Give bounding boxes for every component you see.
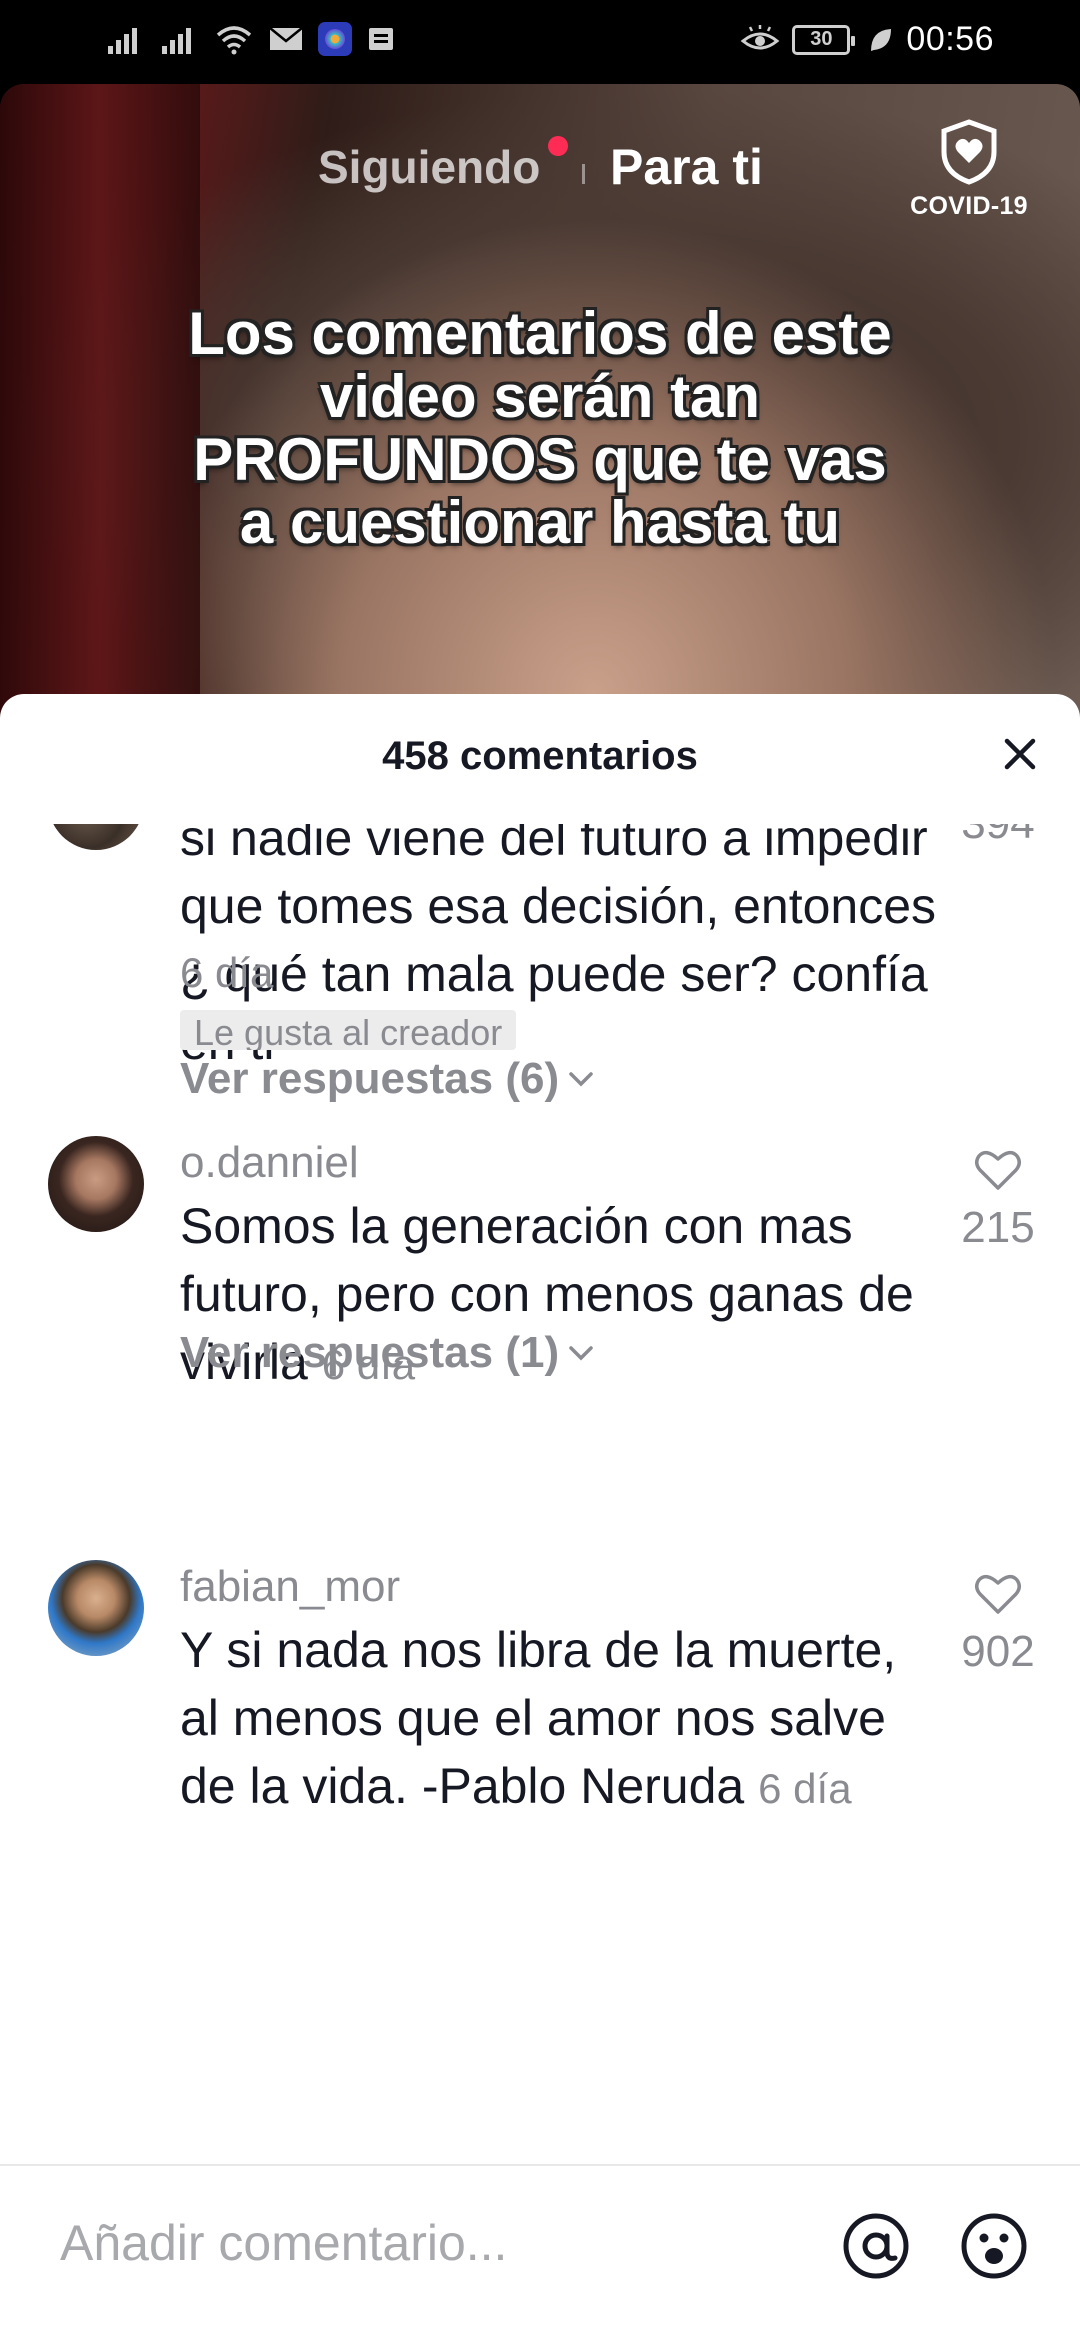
app-notification-icon	[318, 22, 352, 56]
heart-icon	[975, 1574, 1021, 1614]
comment-item: fabian_mor Y si nada nos libra de la mue…	[0, 1524, 1080, 1844]
view-replies-button[interactable]: Ver respuestas (6)	[180, 1054, 595, 1104]
shield-heart-icon	[941, 119, 997, 185]
clock: 00:56	[906, 20, 994, 58]
chevron-down-icon	[569, 1346, 593, 1361]
tab-for-you[interactable]: Para ti	[610, 138, 763, 196]
comment-username[interactable]: fabian_mor	[180, 1562, 400, 1612]
covid-label: COVID-19	[910, 192, 1028, 220]
wifi-icon	[216, 26, 252, 55]
chevron-down-icon	[569, 1072, 593, 1087]
creator-liked-badge: Le gusta al creador	[180, 1010, 517, 1050]
message-icon	[369, 28, 393, 50]
signal-icon	[108, 28, 137, 54]
emoji-icon	[961, 2213, 1027, 2279]
like-button[interactable]: 394	[938, 824, 1058, 849]
comment-input[interactable]: Añadir comentario...	[60, 2214, 507, 2272]
comments-list[interactable]: reginaldasross si nadie viene del futuro…	[0, 824, 1080, 2164]
avatar[interactable]	[48, 1560, 144, 1656]
avatar[interactable]	[48, 824, 144, 850]
signal-icon-2	[162, 28, 191, 54]
comment-username[interactable]: o.danniel	[180, 1138, 359, 1188]
comment-composer: Añadir comentario...	[0, 2164, 1080, 2340]
emoji-button[interactable]	[958, 2210, 1030, 2287]
battery-icon: 30	[792, 24, 856, 55]
video-player[interactable]: Siguiendo Para ti COVID-19 Los comentari…	[0, 84, 1080, 724]
close-button[interactable]	[988, 722, 1052, 786]
like-count: 215	[961, 1203, 1035, 1252]
comment-time: 6 día	[180, 949, 274, 996]
covid-button[interactable]: COVID-19	[904, 118, 1034, 221]
comments-count-title: 458 comentarios	[382, 734, 698, 778]
view-replies-label: Ver respuestas (6)	[180, 1054, 560, 1103]
mail-icon	[269, 27, 303, 50]
status-bar: 30 00:56	[0, 0, 1080, 84]
avatar[interactable]	[48, 1136, 144, 1232]
leaf-icon	[871, 28, 892, 51]
notification-dot	[548, 136, 568, 156]
tab-following[interactable]: Siguiendo	[318, 140, 540, 194]
video-caption-overlay: Los comentarios de este video serán tan …	[188, 300, 892, 556]
heart-icon	[975, 1150, 1021, 1190]
comment-time: 6 día	[758, 1765, 852, 1812]
comment-item: o.danniel Somos la generación con mas fu…	[0, 1100, 1080, 1440]
like-button[interactable]: 215	[938, 1146, 1058, 1253]
view-replies-button[interactable]: Ver respuestas (1)	[180, 1328, 595, 1378]
view-replies-label: Ver respuestas (1)	[180, 1328, 560, 1377]
like-count: 902	[961, 1627, 1035, 1676]
like-count: 394	[938, 824, 1058, 849]
eye-comfort-icon	[741, 24, 780, 49]
tab-divider	[582, 164, 585, 184]
at-sign-icon	[843, 2213, 909, 2279]
comments-sheet: 458 comentarios reginaldasross si nadie …	[0, 694, 1080, 2340]
close-icon	[1004, 738, 1036, 770]
mention-button[interactable]	[840, 2210, 912, 2287]
like-button[interactable]: 902	[938, 1570, 1058, 1677]
comment-text: Y si nada nos libra de la muerte, al men…	[180, 1622, 897, 1814]
